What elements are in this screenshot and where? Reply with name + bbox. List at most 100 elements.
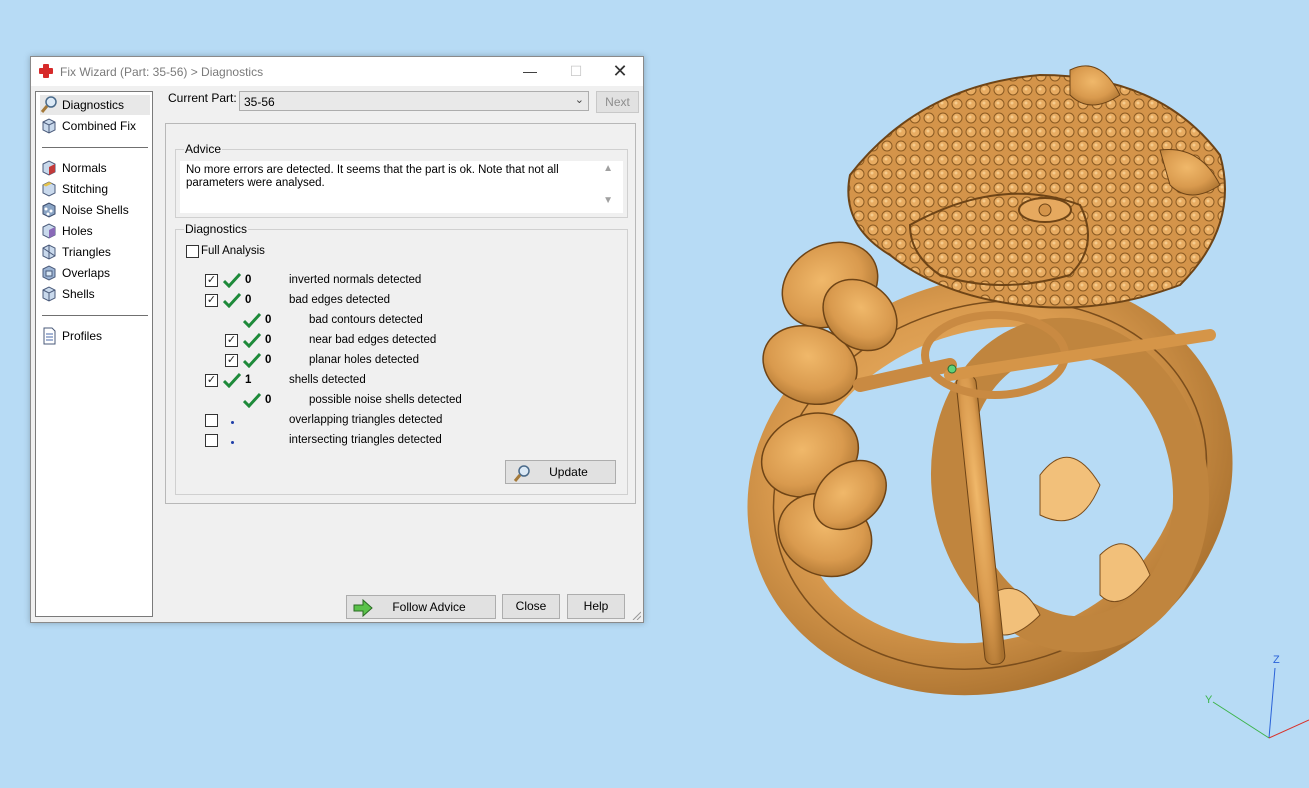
green-check-icon (223, 272, 241, 288)
inverted-normals-checkbox[interactable]: ✓ (205, 274, 218, 287)
advice-textbox[interactable]: No more errors are detected. It seems th… (180, 161, 623, 213)
diagnostics-group: Diagnostics Full Analysis ✓ 0 inverted n… (175, 222, 628, 495)
next-button[interactable]: Next (596, 91, 639, 113)
noise-shells-count: 0 (265, 394, 272, 406)
nav-label: Noise Shells (62, 203, 129, 217)
bad-edges-checkbox[interactable]: ✓ (205, 294, 218, 307)
nav-item-combined-fix[interactable]: Combined Fix (40, 116, 150, 136)
green-arrow-icon (353, 599, 373, 617)
noise-shells-label: possible noise shells detected (309, 394, 462, 406)
wizard-nav: Diagnostics Combined Fix Normals Stitchi… (35, 91, 153, 617)
window-title: Fix Wizard (Part: 35-56) > Diagnostics (60, 65, 264, 79)
intersecting-triangles-checkbox[interactable] (205, 434, 218, 447)
fix-wizard-dialog: Fix Wizard (Part: 35-56) > Diagnostics —… (30, 56, 644, 623)
chevron-down-icon: ⌄ (574, 94, 584, 106)
maximize-button[interactable]: ☐ (553, 57, 599, 86)
status-dot-icon (231, 441, 234, 444)
close-button[interactable]: Close (502, 594, 560, 619)
bad-edges-label: bad edges detected (289, 294, 391, 306)
green-check-icon (223, 292, 241, 308)
current-part-value: 35-56 (244, 95, 275, 109)
near-bad-edges-count: 0 (265, 334, 272, 346)
triangles-cube-icon (42, 244, 56, 260)
advice-group: Advice No more errors are detected. It s… (175, 142, 628, 218)
shells-checkbox[interactable]: ✓ (205, 374, 218, 387)
follow-advice-button[interactable]: Follow Advice (346, 595, 496, 619)
current-part-label: Current Part: (168, 91, 237, 105)
bad-edges-count: 0 (245, 294, 252, 306)
bad-contours-count: 0 (265, 314, 272, 326)
ring-model[interactable] (740, 55, 1280, 715)
nav-label: Stitching (62, 182, 109, 196)
nav-item-noise-shells[interactable]: Noise Shells (40, 200, 150, 220)
resize-grip-icon[interactable] (631, 610, 641, 620)
near-bad-edges-checkbox[interactable]: ✓ (225, 334, 238, 347)
nav-label: Diagnostics (62, 98, 125, 112)
document-icon (43, 327, 56, 345)
current-part-dropdown[interactable]: 35-56 ⌄ (239, 91, 589, 111)
holes-cube-icon (42, 223, 56, 239)
shells-label: shells detected (289, 374, 366, 386)
nav-divider (42, 315, 148, 316)
title-bar[interactable]: Fix Wizard (Part: 35-56) > Diagnostics —… (31, 57, 643, 86)
green-check-icon (243, 312, 261, 328)
green-check-icon (243, 332, 261, 348)
nav-item-normals[interactable]: Normals (40, 158, 150, 178)
overlapping-triangles-checkbox[interactable] (205, 414, 218, 427)
nav-item-shells[interactable]: Shells (40, 284, 150, 304)
nav-label: Shells (62, 287, 95, 301)
advice-text: No more errors are detected. It seems th… (186, 164, 559, 189)
inverted-normals-count: 0 (245, 274, 252, 286)
nav-label: Profiles (62, 329, 103, 343)
diagnostics-title: Diagnostics (184, 222, 249, 236)
magnifier-icon (513, 465, 530, 482)
update-button[interactable]: Update (505, 460, 616, 484)
nav-item-overlaps[interactable]: Overlaps (40, 263, 150, 283)
overlaps-cube-icon (42, 265, 56, 281)
shells-count: 1 (245, 374, 252, 386)
planar-holes-checkbox[interactable]: ✓ (225, 354, 238, 367)
magnifier-icon (40, 96, 57, 113)
scroll-down-icon[interactable]: ▼ (603, 195, 613, 206)
nav-item-triangles[interactable]: Triangles (40, 242, 150, 262)
overlapping-triangles-label: overlapping triangles detected (289, 414, 443, 426)
green-check-icon (243, 392, 261, 408)
intersecting-triangles-label: intersecting triangles detected (289, 434, 442, 446)
planar-holes-count: 0 (265, 354, 272, 366)
full-analysis-checkbox[interactable] (186, 245, 199, 258)
nav-item-diagnostics[interactable]: Diagnostics (40, 95, 150, 115)
near-bad-edges-label: near bad edges detected (309, 334, 437, 346)
window-close-button[interactable]: ✕ (597, 57, 643, 86)
scroll-up-icon[interactable]: ▲ (603, 163, 613, 174)
shells-cube-icon (42, 286, 56, 302)
bad-contours-label: bad contours detected (309, 314, 423, 326)
nav-label: Overlaps (62, 266, 111, 280)
nav-label: Triangles (62, 245, 111, 259)
noise-shells-icon (42, 202, 56, 218)
follow-advice-label: Follow Advice (392, 600, 466, 614)
planar-holes-label: planar holes detected (309, 354, 419, 366)
nav-item-profiles[interactable]: Profiles (40, 326, 150, 346)
advice-title: Advice (184, 142, 223, 156)
nav-item-stitching[interactable]: Stitching (40, 179, 150, 199)
nav-label: Normals (62, 161, 107, 175)
status-dot-icon (231, 421, 234, 424)
minimize-button[interactable]: — (507, 57, 553, 86)
update-label: Update (549, 465, 588, 479)
inverted-normals-label: inverted normals detected (289, 274, 422, 286)
stitching-cube-icon (42, 181, 56, 197)
nav-label: Combined Fix (62, 119, 137, 133)
nav-divider (42, 147, 148, 148)
help-button[interactable]: Help (567, 594, 625, 619)
z-axis-label: Z (1273, 654, 1280, 666)
nav-item-holes[interactable]: Holes (40, 221, 150, 241)
diagnostics-panel: Advice No more errors are detected. It s… (165, 123, 636, 504)
red-cross-icon (39, 64, 53, 78)
axis-triad: Z Y (1195, 650, 1309, 750)
cube-icon (42, 118, 56, 134)
y-axis-label: Y (1205, 694, 1213, 706)
full-analysis-label: Full Analysis (201, 245, 265, 257)
green-check-icon (223, 372, 241, 388)
normals-cube-icon (42, 160, 56, 176)
green-check-icon (243, 352, 261, 368)
